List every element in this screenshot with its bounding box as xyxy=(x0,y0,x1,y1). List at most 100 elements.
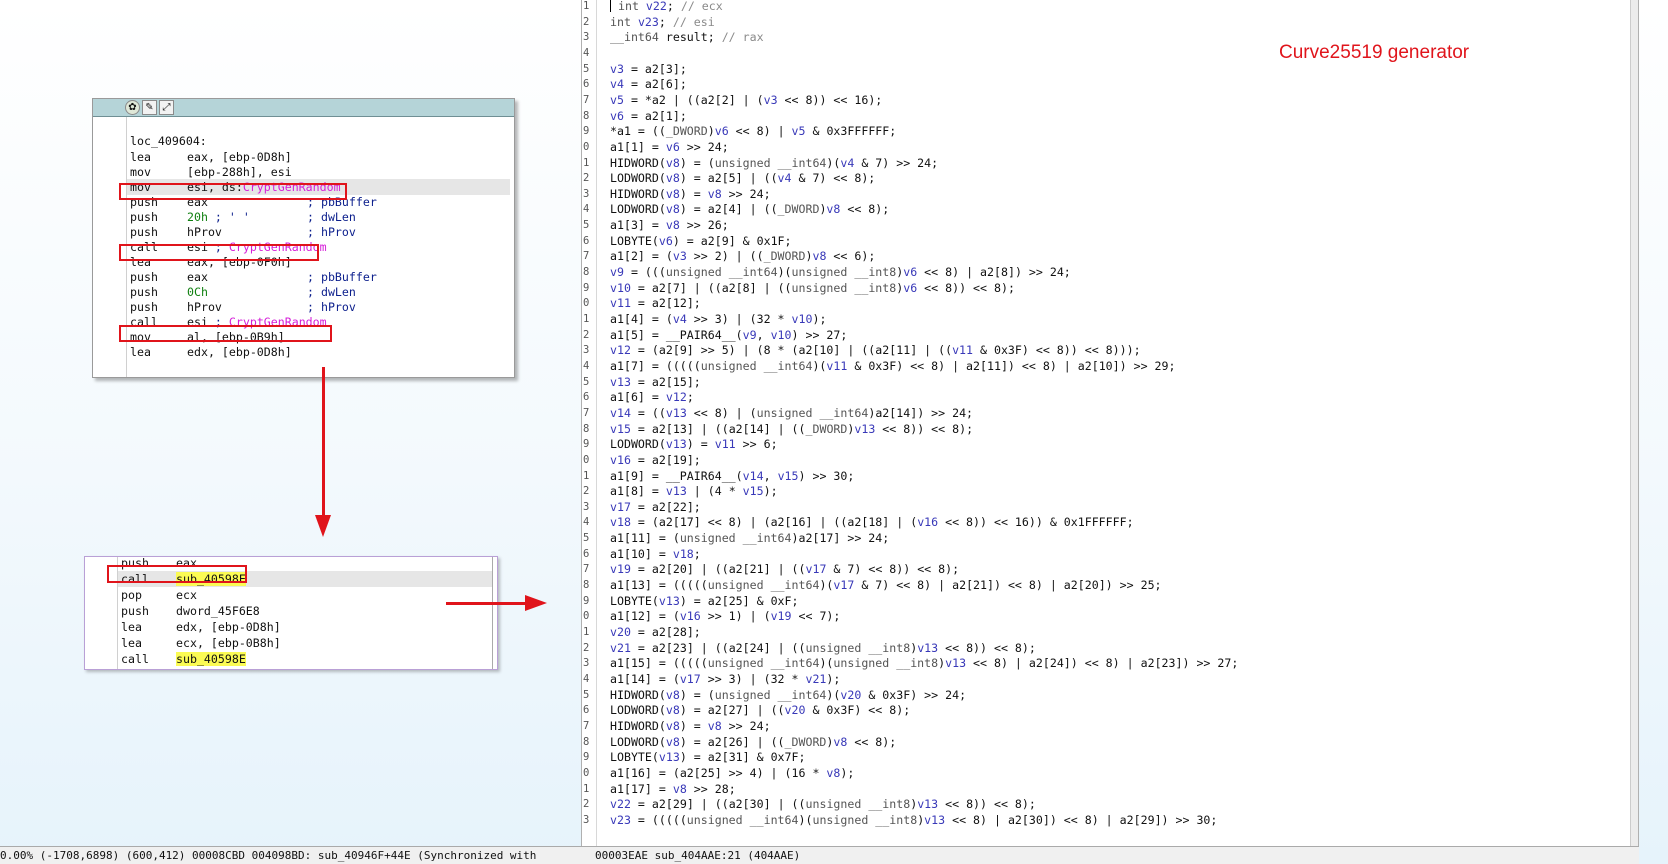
asm-line: push 0Ch ; dwLen xyxy=(127,284,510,300)
asm-line: push eax ; pbBuffer xyxy=(127,194,510,210)
line-number: 0 xyxy=(583,297,590,310)
pseudocode-line: v9 = (((unsigned __int64)(unsigned __int… xyxy=(610,265,1071,280)
pseudocode-view[interactable]: 1 2 3 4 5 6 7 8 9 0 1 2 3 4 5 6 7 8 9 0 1 2 3 4 5 6 7 8 9 0 1 2 3 4 5 6 7 8 9 0… xyxy=(581,0,1639,864)
comment: ; hProv xyxy=(307,225,356,239)
line-number: 0 xyxy=(583,453,590,466)
line-number: 7 xyxy=(583,93,590,106)
operand-text: eax xyxy=(187,270,208,284)
comment: ; hProv xyxy=(307,300,356,314)
edit-icon[interactable]: ✎ xyxy=(142,100,157,115)
mnemonic: lea xyxy=(121,636,142,650)
line-number: 3 xyxy=(583,344,590,357)
line-number: 1 xyxy=(583,782,590,795)
operand-text: al, [ebp-0B9h] xyxy=(187,330,285,344)
operand: eax xyxy=(187,269,208,285)
operand: esi, ds:CryptGenRandom xyxy=(187,179,341,195)
asm-line: push hProv ; hProv xyxy=(127,299,510,315)
line-number: 3 xyxy=(583,813,590,826)
graph-node-loc-409604[interactable]: ✿ ✎ ⤢ loc_409604: lea eax, [ebp-0D8h] mov [… xyxy=(92,98,515,378)
operand: eax xyxy=(176,556,197,570)
mnemonic: call xyxy=(121,572,149,586)
asm-line: mov al, [ebp-0B9h] xyxy=(127,329,510,345)
operand: sub_40598E xyxy=(176,651,246,667)
pseudocode-line: LODWORD(v8) = a2[26] | ((_DWORD)v8 << 8)… xyxy=(610,734,897,749)
line-number: 8 xyxy=(583,579,590,592)
pseudocode-line: a1[1] = v6 >> 24; xyxy=(610,139,729,154)
call-target[interactable]: sub_40598E xyxy=(176,652,246,666)
vertical-scrollbar[interactable] xyxy=(1630,0,1638,848)
line-number: 2 xyxy=(583,485,590,498)
pseudocode-line: HIDWORD(v8) = (unsigned __int64)(v20 & 0… xyxy=(610,687,967,702)
mnemonic: lea xyxy=(130,150,151,164)
node-code: push eax call sub_40598E pop ecx push dword_45F… xyxy=(117,557,493,669)
comment: ; dwLen xyxy=(307,285,356,299)
operand-text: hProv xyxy=(187,300,222,314)
pseudocode-line: v20 = a2[28]; xyxy=(610,625,701,639)
line-number: 2 xyxy=(583,328,590,341)
mnemonic: lea xyxy=(130,255,151,269)
asm-line: call sub_40598E xyxy=(118,571,492,587)
operand-text: 0Ch xyxy=(187,285,208,299)
operand-text: edx, [ebp-0D8h] xyxy=(187,345,292,359)
graph-node-call-sub[interactable]: push eax call sub_40598E pop ecx push dword_45F… xyxy=(84,556,498,670)
operand: ecx xyxy=(176,588,197,602)
asm-line: lea eax, [ebp-0F0h] xyxy=(127,254,510,270)
line-number: 9 xyxy=(583,594,590,607)
mnemonic: pop xyxy=(121,588,142,602)
line-number: 1 xyxy=(583,626,590,638)
asm-line: push eax ; pbBuffer xyxy=(127,269,510,285)
pseudocode-line: v18 = (a2[17] << 8) | (a2[16] | ((a2[18]… xyxy=(610,515,1134,530)
graph-icon[interactable]: ⤢ xyxy=(159,100,174,115)
mnemonic: call xyxy=(130,240,158,254)
call-target[interactable]: sub_40598E xyxy=(176,572,246,586)
line-number: 5 xyxy=(583,688,590,701)
operand: 20h ; ' ' xyxy=(187,209,250,225)
mnemonic: lea xyxy=(121,620,142,634)
line-number: 6 xyxy=(583,234,590,247)
asm-line: call esi ; CryptGenRandom xyxy=(127,314,510,330)
line-number: 6 xyxy=(583,391,590,404)
line-number: 2 xyxy=(583,798,590,811)
pseudocode-line: a1[10] = v18; xyxy=(610,546,701,561)
arrow-right-line xyxy=(446,602,526,605)
line-number: 2 xyxy=(583,641,590,654)
pseudocode-line: LODWORD(v13) = v11 >> 6; xyxy=(610,437,778,452)
inline-comment: ; xyxy=(207,315,229,329)
inline-comment: ; ' ' xyxy=(207,210,250,224)
operand: ecx, [ebp-0B8h] xyxy=(176,636,281,650)
asm-line: lea ecx, [ebp-0B8h] xyxy=(118,635,492,651)
mnemonic: push xyxy=(130,300,158,314)
line-number: 3 xyxy=(583,31,590,44)
pseudocode-line: HIDWORD(v8) = (unsigned __int64)(v4 & 7)… xyxy=(610,155,939,170)
arrow-down-head xyxy=(315,515,331,537)
line-number: 3 xyxy=(583,187,590,200)
node-label: loc_409604: xyxy=(130,134,207,148)
line-number: 8 xyxy=(583,109,590,122)
line-number: 8 xyxy=(583,735,590,748)
pseudocode-line: v4 = a2[6]; xyxy=(610,77,687,92)
pseudocode-line: a1[9] = __PAIR64__(v14, v15) >> 30; xyxy=(610,468,855,483)
asm-line: push dword_45F6E8 xyxy=(118,603,492,619)
line-number: 0 xyxy=(583,610,590,623)
operand: esi ; CryptGenRandom xyxy=(187,239,327,255)
comment: ; pbBuffer xyxy=(307,270,377,284)
mnemonic: push xyxy=(130,285,158,299)
operand: al, [ebp-0B9h] xyxy=(187,329,285,345)
line-number: 7 xyxy=(583,406,590,419)
operand: edx, [ebp-0D8h] xyxy=(176,620,281,634)
pseudocode-line: LODWORD(v8) = a2[5] | ((v4 & 7) << 8); xyxy=(610,171,876,186)
operand: esi ; CryptGenRandom xyxy=(187,314,327,330)
pseudocode-line: v11 = a2[12]; xyxy=(610,296,701,311)
pseudocode-line: int v22; // ecx xyxy=(610,0,723,14)
asm-line: push eax xyxy=(118,556,492,571)
operand-text: 20h xyxy=(187,210,208,224)
line-number: 7 xyxy=(583,719,590,732)
pseudocode-line: v14 = ((v13 << 8) | (unsigned __int64)a2… xyxy=(610,405,974,420)
pseudocode-line: *a1 = ((_DWORD)v6 << 8) | v5 & 0x3FFFFFF… xyxy=(610,124,897,139)
asm-line: call sub_40598E xyxy=(118,651,492,667)
pseudocode-line: v23 = (((((unsigned __int64)(unsigned __… xyxy=(610,812,1218,827)
pseudocode-line: LODWORD(v8) = a2[4] | ((_DWORD)v8 << 8); xyxy=(610,202,890,217)
palette-icon[interactable]: ✿ xyxy=(125,100,140,115)
pseudocode-line: LOBYTE(v13) = a2[31] & 0x7F; xyxy=(610,750,806,765)
operand: sub_40598E xyxy=(176,571,246,587)
